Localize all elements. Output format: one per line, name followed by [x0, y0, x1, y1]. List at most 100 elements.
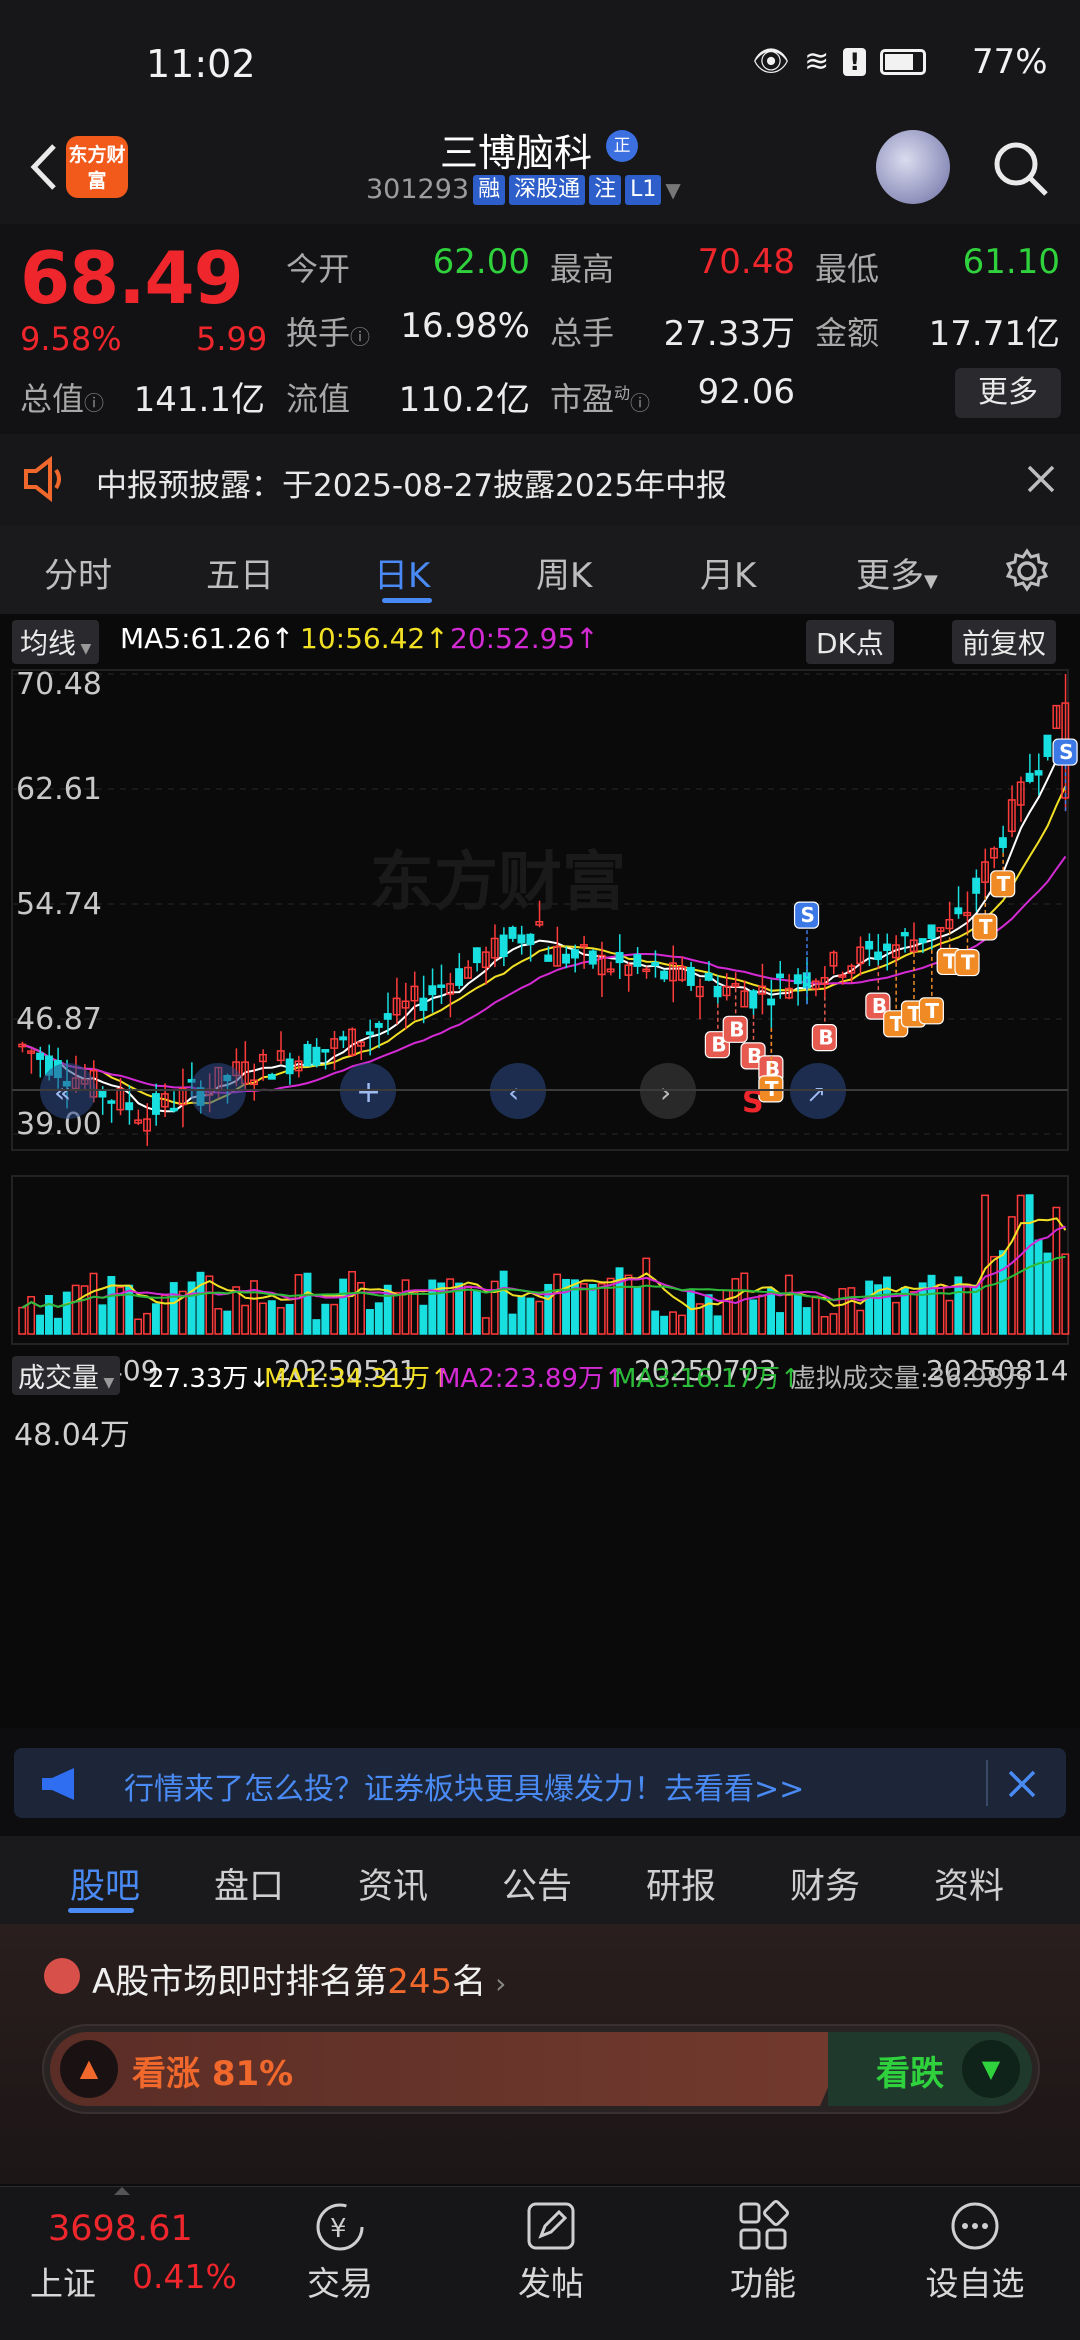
svg-text:S: S	[801, 903, 815, 927]
turnover-label: 换手ⓘ	[286, 314, 371, 352]
tab-five-day[interactable]: 五日	[206, 548, 274, 597]
volume-legend: 27.33万↓	[148, 1364, 271, 1394]
volume-bar	[44, 1295, 53, 1335]
tab-more[interactable]: 更多▼	[856, 548, 938, 597]
post-edit-icon[interactable]	[524, 2199, 578, 2253]
tab-announcements[interactable]: 公告	[502, 1858, 572, 1909]
volume-bar	[499, 1270, 508, 1335]
tab-intraday[interactable]: 分时	[44, 548, 112, 597]
eastmoney-logo[interactable]: 东方财富	[66, 136, 128, 198]
volume-bar	[143, 1312, 151, 1335]
status-badge: 正	[606, 130, 638, 162]
search-icon[interactable]	[988, 136, 1052, 200]
candle-body	[767, 998, 776, 1006]
trade-yen-icon[interactable]: ¥	[312, 2199, 368, 2255]
volume-bar	[392, 1291, 401, 1335]
low-value: 61.10	[962, 242, 1060, 282]
svg-text:T: T	[997, 872, 1011, 896]
tab-daily-k[interactable]: 日K	[374, 548, 430, 597]
candle-body	[321, 1049, 330, 1053]
volume-bar	[981, 1194, 990, 1335]
tab-orderbook[interactable]: 盘口	[214, 1858, 284, 1909]
volume-bar	[820, 1315, 829, 1335]
volume-bar	[410, 1291, 419, 1335]
rank-text[interactable]: A股市场即时排名第245名 ›	[92, 1954, 506, 2003]
status-bar: 11:02 👁 ≋ ! 77%	[0, 0, 1080, 120]
candle-body	[972, 877, 981, 894]
notice-text: 中报预披露：于2025-08-27披露2025年中报	[96, 468, 728, 504]
volume-bar	[134, 1318, 143, 1335]
vol-ma1-legend: MA1:34.31万↑	[264, 1364, 452, 1394]
nav-set-watchlist[interactable]: 设自选	[905, 2257, 1045, 2305]
candle-body	[865, 940, 874, 950]
settings-gear-icon[interactable]	[1004, 548, 1050, 594]
candle-body	[428, 985, 437, 996]
tab-financials[interactable]: 财务	[790, 1858, 860, 1909]
volume-bar	[18, 1306, 27, 1335]
candle-body	[499, 934, 508, 958]
svg-text:‹: ‹	[508, 1076, 519, 1109]
candle-body	[651, 961, 660, 967]
kline-chart-area[interactable]: 均线 ▼ MA5:61.26↑ 10:56.42↑ 20:52.95↑ DK点 …	[0, 614, 1080, 1728]
ma-selector[interactable]: 均线 ▼	[12, 620, 100, 664]
info-icon[interactable]: ⓘ	[350, 325, 370, 349]
y-tick-label: 70.48	[16, 667, 102, 702]
volume-bar	[80, 1285, 89, 1335]
candle-body	[918, 938, 927, 944]
tab-monthly-k[interactable]: 月K	[700, 548, 756, 597]
svg-text:S: S	[1059, 740, 1073, 764]
svg-text:¥: ¥	[330, 2214, 347, 2244]
candle-body	[883, 943, 891, 951]
notice-bar[interactable]: 中报预披露：于2025-08-27披露2025年中报	[0, 434, 1080, 526]
ma5-line	[22, 743, 1067, 1113]
volume-bar	[990, 1255, 998, 1335]
index-name[interactable]: 上证	[30, 2257, 96, 2305]
adjust-mode-button[interactable]: 前复权	[952, 620, 1057, 664]
index-percent[interactable]: 0.41%	[132, 2257, 237, 2296]
change-percent: 9.58%	[20, 320, 122, 358]
info-icon[interactable]: ⓘ	[84, 391, 104, 415]
volume-bar	[883, 1276, 891, 1335]
volume-selector[interactable]: 成交量 ▼	[12, 1356, 121, 1395]
vol-ma2-line	[21, 1225, 1066, 1309]
low-label: 最低	[815, 250, 880, 288]
bull-arrow-icon[interactable]: ▲	[60, 2040, 118, 2098]
float-cap-value: 110.2亿	[398, 380, 530, 420]
assistant-robot-icon[interactable]	[876, 130, 950, 204]
more-quote-button[interactable]: 更多	[955, 368, 1061, 418]
tab-profile[interactable]: 资料	[934, 1858, 1004, 1909]
volume-bar	[731, 1278, 740, 1335]
nav-post[interactable]: 发帖	[481, 2257, 621, 2305]
tab-forum[interactable]: 股吧	[70, 1858, 140, 1909]
volume-bar	[321, 1303, 330, 1335]
volume-bar	[553, 1273, 562, 1335]
volume-bar	[927, 1274, 936, 1335]
tab-weekly-k[interactable]: 周K	[536, 548, 592, 597]
kline-chart[interactable]: 东方财富 BBBBBBTT T TT TTTSS 70.4862.6154.7446.…	[0, 664, 1080, 1728]
close-icon[interactable]	[1026, 464, 1056, 494]
volume-bar	[98, 1304, 107, 1335]
stock-code-row[interactable]: 301293 融 深股通 注 L1 ▼	[366, 174, 681, 205]
candle-body	[455, 968, 464, 986]
svg-text:T: T	[961, 951, 975, 975]
info-icon[interactable]: ⓘ	[630, 391, 650, 415]
back-arrow-icon[interactable]	[20, 132, 70, 202]
function-grid-icon[interactable]	[736, 2199, 790, 2253]
watchlist-dots-icon[interactable]	[948, 2199, 1002, 2253]
ma20-legend: 20:52.95↑	[450, 622, 599, 655]
volume-label: 总手	[550, 314, 615, 352]
close-icon[interactable]	[1006, 1768, 1038, 1800]
volume-bar	[285, 1303, 294, 1335]
tab-research[interactable]: 研报	[646, 1858, 716, 1909]
tab-news[interactable]: 资讯	[358, 1858, 428, 1909]
bear-arrow-icon[interactable]: ▼	[962, 2040, 1020, 2098]
promo-banner[interactable]: 行情来了怎么投？证券板块更具爆发力！去看看>>	[14, 1748, 1066, 1818]
y-tick-label: 46.87	[16, 1002, 102, 1037]
nav-trade[interactable]: 交易	[270, 2257, 410, 2305]
volume-bar	[89, 1272, 98, 1335]
dk-point-button[interactable]: DK点	[806, 620, 894, 664]
svg-text:›: ›	[660, 1076, 671, 1109]
index-value[interactable]: 3698.61	[48, 2209, 193, 2249]
volume-bar	[223, 1310, 232, 1335]
nav-function[interactable]: 功能	[693, 2257, 833, 2305]
